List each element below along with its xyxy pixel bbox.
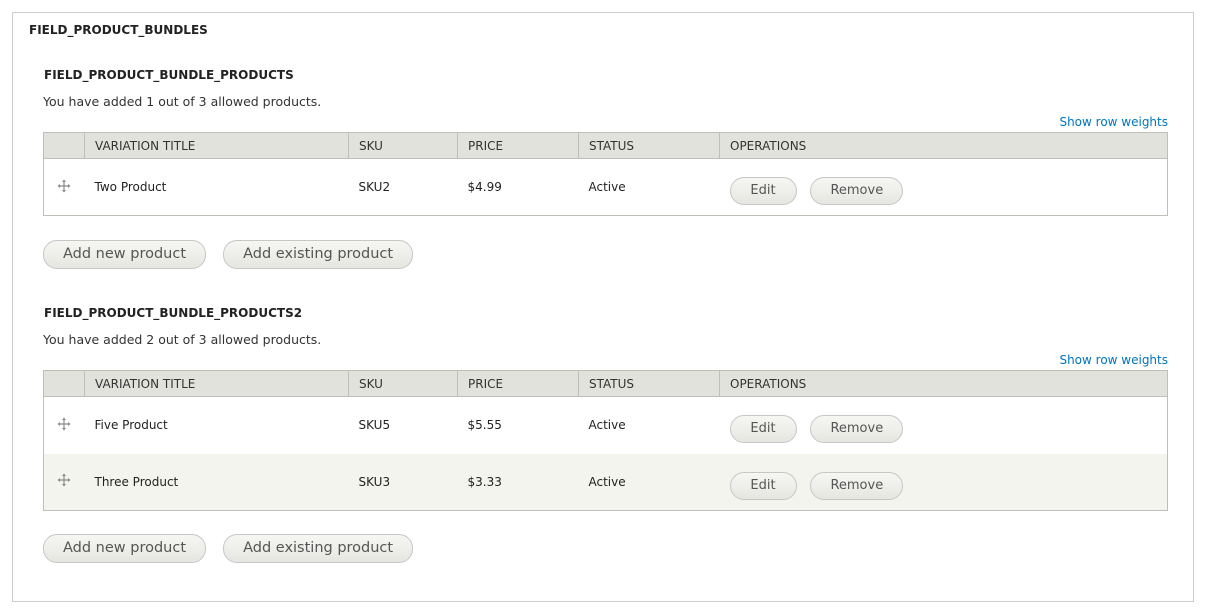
add-new-product-button[interactable]: Add new product — [43, 534, 206, 563]
column-header-operations: OPERATIONS — [719, 370, 1168, 397]
row-operations: Edit Remove — [719, 396, 1168, 454]
show-row-weights-link[interactable]: Show row weights — [1059, 353, 1168, 367]
product-bundles-fieldset: FIELD_PRODUCT_BUNDLES FIELD_PRODUCT_BUND… — [12, 12, 1194, 602]
remove-button[interactable]: Remove — [810, 471, 904, 500]
move-handle-icon[interactable] — [57, 179, 71, 193]
column-header-sku: SKU — [348, 132, 458, 159]
section-actions: Add new product Add existing product — [43, 534, 414, 563]
row-operations: Edit Remove — [719, 158, 1168, 216]
edit-button[interactable]: Edit — [729, 415, 797, 444]
row-operations: Edit Remove — [719, 453, 1168, 511]
add-existing-product-button[interactable]: Add existing product — [223, 240, 414, 269]
edit-button[interactable]: Edit — [729, 471, 797, 500]
row-sku: SKU5 — [348, 396, 458, 454]
drag-column-header — [43, 132, 85, 159]
row-sku: SKU2 — [348, 158, 458, 216]
table-header-row: VARIATION TITLE SKU PRICE STATUS OPERATI… — [43, 132, 1168, 159]
add-new-product-button[interactable]: Add new product — [43, 240, 206, 269]
row-title: Five Product — [84, 396, 349, 454]
remove-button[interactable]: Remove — [810, 177, 904, 205]
drag-cell — [43, 396, 85, 454]
table-row: Five Product SKU5 $5.55 Active Edit Remo… — [43, 396, 1168, 454]
section-title: FIELD_PRODUCT_BUNDLE_PRODUCTS2 — [44, 306, 303, 320]
column-header-price: PRICE — [457, 132, 579, 159]
remove-button[interactable]: Remove — [810, 415, 904, 444]
column-header-sku: SKU — [348, 370, 458, 397]
column-header-status: STATUS — [578, 370, 720, 397]
show-row-weights-link[interactable]: Show row weights — [1059, 115, 1168, 129]
drag-column-header — [43, 370, 85, 397]
section-actions: Add new product Add existing product — [43, 240, 414, 269]
table-header-row: VARIATION TITLE SKU PRICE STATUS OPERATI… — [43, 370, 1168, 397]
table-row: Three Product SKU3 $3.33 Active Edit Rem… — [43, 453, 1168, 511]
column-header-operations: OPERATIONS — [719, 132, 1168, 159]
row-sku: SKU3 — [348, 453, 458, 511]
row-title: Two Product — [84, 158, 349, 216]
section-description: You have added 2 out of 3 allowed produc… — [43, 332, 322, 347]
move-handle-icon[interactable] — [57, 417, 71, 431]
fieldset-legend: FIELD_PRODUCT_BUNDLES — [29, 23, 208, 37]
move-handle-icon[interactable] — [57, 473, 71, 487]
column-header-variation-title: VARIATION TITLE — [84, 132, 349, 159]
column-header-variation-title: VARIATION TITLE — [84, 370, 349, 397]
row-price: $4.99 — [457, 158, 579, 216]
drag-cell — [43, 158, 85, 216]
section-title: FIELD_PRODUCT_BUNDLE_PRODUCTS — [44, 68, 294, 82]
column-header-status: STATUS — [578, 132, 720, 159]
section-description: You have added 1 out of 3 allowed produc… — [43, 94, 322, 109]
table-row: Two Product SKU2 $4.99 Active Edit Remov… — [43, 158, 1168, 216]
row-title: Three Product — [84, 453, 349, 511]
row-price: $3.33 — [457, 453, 579, 511]
row-status: Active — [578, 453, 720, 511]
add-existing-product-button[interactable]: Add existing product — [223, 534, 414, 563]
row-price: $5.55 — [457, 396, 579, 454]
row-status: Active — [578, 396, 720, 454]
products-table: VARIATION TITLE SKU PRICE STATUS OPERATI… — [43, 370, 1168, 511]
products-table: VARIATION TITLE SKU PRICE STATUS OPERATI… — [43, 132, 1168, 216]
row-status: Active — [578, 158, 720, 216]
column-header-price: PRICE — [457, 370, 579, 397]
edit-button[interactable]: Edit — [729, 177, 797, 205]
drag-cell — [43, 453, 85, 511]
